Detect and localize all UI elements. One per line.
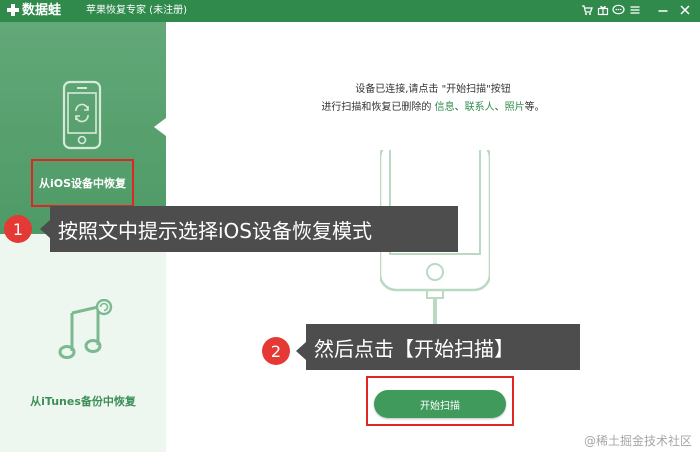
selection-notch xyxy=(154,118,166,136)
close-icon[interactable] xyxy=(678,3,692,17)
annotation-badge-1: 1 xyxy=(4,215,32,243)
mode-itunes-label: 从iTunes备份中恢复 xyxy=(30,395,136,408)
separator: 、 xyxy=(494,102,505,113)
itunes-icon xyxy=(58,299,113,359)
mode-ios-label: 从iOS设备中恢复 xyxy=(31,159,134,207)
instruction-suffix: 等。 xyxy=(524,102,545,113)
title-bar: 数据蛙 苹果恢复专家 (未注册) xyxy=(0,0,700,22)
chat-icon[interactable] xyxy=(611,3,625,17)
annotation-arrow-1 xyxy=(40,220,50,238)
instruction-text-2: 进行扫描和恢复已删除的 信息、联系人、照片等。 xyxy=(166,98,700,113)
menu-icon[interactable] xyxy=(628,3,642,17)
link-photos[interactable]: 照片 xyxy=(505,102,525,113)
annotation-badge-2: 2 xyxy=(262,337,290,365)
app-logo-icon xyxy=(7,4,19,16)
instruction-text: 设备已连接,请点击 "开始扫描"按钮 xyxy=(355,84,511,95)
mode-itunes-backup[interactable]: 从iTunes备份中恢复 xyxy=(0,234,166,452)
start-scan-button[interactable]: 开始扫描 xyxy=(374,390,506,418)
watermark: @稀土掘金技术社区 xyxy=(583,434,692,448)
annotation-arrow-2 xyxy=(296,342,306,360)
link-contacts[interactable]: 联系人 xyxy=(465,102,495,113)
start-scan-highlight: 开始扫描 xyxy=(366,376,514,426)
gift-icon[interactable] xyxy=(596,3,610,17)
link-info[interactable]: 信息 xyxy=(435,102,455,113)
app-name: 数据蛙 xyxy=(22,3,62,18)
instruction-prefix: 进行扫描和恢复已删除的 xyxy=(321,102,435,113)
separator: 、 xyxy=(454,102,465,113)
iphone-icon xyxy=(62,80,102,150)
annotation-callout-1: 按照文中提示选择iOS设备恢复模式 xyxy=(50,206,458,252)
mode-ios-device[interactable]: 从iOS设备中恢复 xyxy=(0,22,166,234)
cart-icon[interactable] xyxy=(580,3,594,17)
window-title: 苹果恢复专家 (未注册) xyxy=(86,5,187,16)
minimize-icon[interactable] xyxy=(656,3,670,17)
annotation-callout-2: 然后点击【开始扫描】 xyxy=(306,324,580,370)
